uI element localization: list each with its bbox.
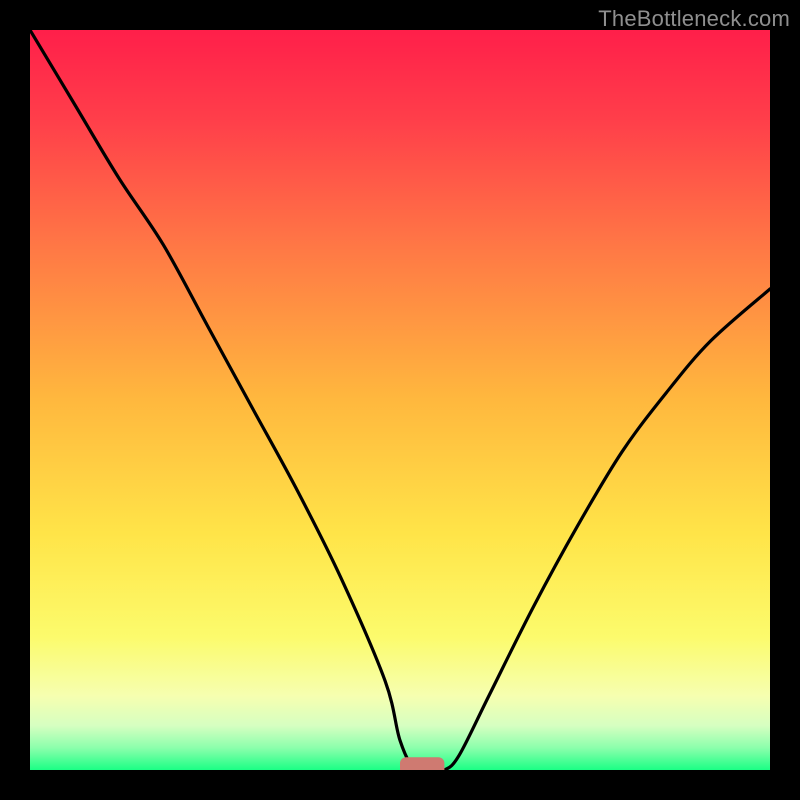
watermark-label: TheBottleneck.com bbox=[598, 6, 790, 32]
chart-frame: TheBottleneck.com bbox=[0, 0, 800, 800]
optimal-zone-marker bbox=[400, 757, 444, 770]
chart-svg bbox=[30, 30, 770, 770]
plot-area bbox=[30, 30, 770, 770]
